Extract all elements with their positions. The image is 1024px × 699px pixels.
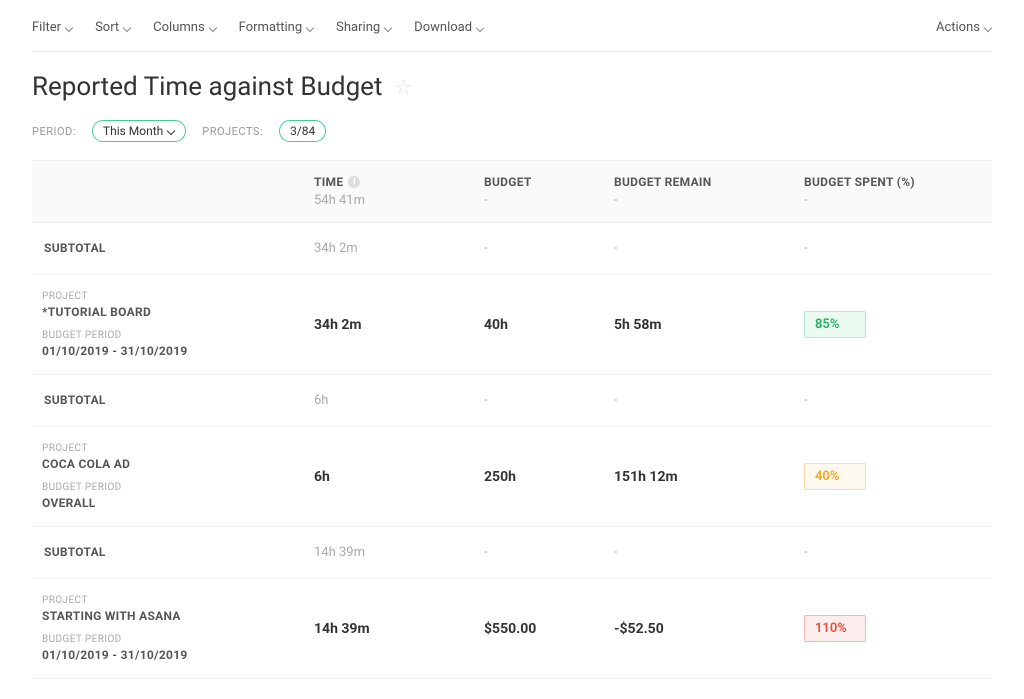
- project-name: STARTING WITH ASANA: [42, 609, 181, 623]
- chevron-down-icon: [65, 24, 73, 32]
- table-row[interactable]: PROJECT STARTING WITH ASANA BUDGET PERIO…: [32, 579, 992, 679]
- table-row[interactable]: PROJECT COCA COLA AD BUDGET PERIOD OVERA…: [32, 427, 992, 527]
- subtotal-row: SUBTOTAL 34h 2m - - -: [32, 223, 992, 275]
- spent-total: -: [804, 193, 980, 208]
- period-selector[interactable]: This Month: [92, 120, 186, 142]
- projects-selector[interactable]: 3/84: [279, 120, 326, 142]
- subtotal-spent: -: [804, 545, 808, 560]
- subtotal-label: SUBTOTAL: [44, 545, 106, 559]
- col-header-remain[interactable]: BUDGET REMAIN: [614, 175, 780, 189]
- columns-menu[interactable]: Columns: [153, 20, 217, 35]
- toolbar: Filter Sort Columns Formatting Sharing D…: [32, 20, 992, 52]
- row-budget: 250h: [484, 469, 516, 485]
- budget-spent-badge: 85%: [804, 311, 866, 338]
- remain-total: -: [614, 193, 780, 208]
- subtotal-label: SUBTOTAL: [44, 393, 106, 407]
- formatting-menu[interactable]: Formatting: [239, 20, 315, 35]
- page-title: Reported Time against Budget: [32, 72, 382, 102]
- subtotal-budget: -: [484, 545, 488, 560]
- budget-period-meta-label: BUDGET PERIOD: [42, 482, 122, 493]
- actions-label: Actions: [936, 20, 980, 35]
- table-row[interactable]: PROJECT *TUTORIAL BOARD BUDGET PERIOD 01…: [32, 275, 992, 375]
- row-remain: 151h 12m: [614, 469, 678, 485]
- table-header-row: TIME i 54h 41m BUDGET - BUDGET REMAIN - …: [32, 160, 992, 223]
- subtotal-label: SUBTOTAL: [44, 241, 106, 255]
- sharing-label: Sharing: [336, 20, 380, 35]
- chevron-down-icon: [209, 24, 217, 32]
- budget-total: -: [484, 193, 590, 208]
- filter-menu[interactable]: Filter: [32, 20, 73, 35]
- star-icon[interactable]: ☆: [394, 75, 412, 99]
- subtotal-spent: -: [804, 393, 808, 408]
- budget-spent-badge: 110%: [804, 615, 866, 642]
- period-value: This Month: [103, 124, 163, 138]
- chevron-down-icon: [384, 24, 392, 32]
- projects-label: PROJECTS:: [202, 125, 263, 138]
- columns-label: Columns: [153, 20, 205, 35]
- period-label: PERIOD:: [32, 125, 76, 138]
- chevron-down-icon: [306, 24, 314, 32]
- subtotal-remain: -: [614, 545, 618, 560]
- budget-spent-badge: 40%: [804, 463, 866, 490]
- subtotal-time: 14h 39m: [314, 545, 365, 560]
- row-remain: 5h 58m: [614, 317, 662, 333]
- download-label: Download: [414, 20, 472, 35]
- chevron-down-icon: [984, 24, 992, 32]
- projects-value: 3/84: [290, 124, 315, 138]
- sort-label: Sort: [95, 20, 119, 35]
- budget-period-value: 01/10/2019 - 31/10/2019: [42, 648, 188, 662]
- subtotal-row: SUBTOTAL 14h 39m - - -: [32, 527, 992, 579]
- chevron-down-icon: [476, 24, 484, 32]
- row-budget: $550.00: [484, 621, 536, 637]
- sharing-menu[interactable]: Sharing: [336, 20, 392, 35]
- row-time: 6h: [314, 469, 330, 485]
- filters-row: PERIOD: This Month PROJECTS: 3/84: [32, 120, 992, 142]
- subtotal-time: 34h 2m: [314, 241, 358, 256]
- filter-label: Filter: [32, 20, 61, 35]
- row-remain: -$52.50: [614, 621, 664, 637]
- col-header-time[interactable]: TIME i: [314, 175, 460, 189]
- chevron-down-icon: [123, 24, 131, 32]
- subtotal-time: 6h: [314, 393, 328, 408]
- project-name: *TUTORIAL BOARD: [42, 305, 151, 319]
- subtotal-spent: -: [804, 241, 808, 256]
- row-time: 14h 39m: [314, 621, 370, 637]
- sort-menu[interactable]: Sort: [95, 20, 131, 35]
- download-menu[interactable]: Download: [414, 20, 484, 35]
- budget-period-meta-label: BUDGET PERIOD: [42, 330, 122, 341]
- col-header-budget[interactable]: BUDGET: [484, 175, 590, 189]
- subtotal-budget: -: [484, 393, 488, 408]
- chevron-down-icon: [167, 127, 175, 135]
- project-meta-label: PROJECT: [42, 595, 88, 606]
- budget-period-meta-label: BUDGET PERIOD: [42, 634, 122, 645]
- budget-period-value: OVERALL: [42, 496, 96, 510]
- row-time: 34h 2m: [314, 317, 362, 333]
- subtotal-row: SUBTOTAL 6h - - -: [32, 375, 992, 427]
- subtotal-budget: -: [484, 241, 488, 256]
- col-header-spent[interactable]: BUDGET SPENT (%): [804, 175, 980, 189]
- actions-menu[interactable]: Actions: [936, 20, 992, 35]
- info-icon[interactable]: i: [348, 176, 360, 188]
- time-total: 54h 41m: [314, 193, 460, 208]
- project-meta-label: PROJECT: [42, 291, 88, 302]
- page-title-row: Reported Time against Budget ☆: [32, 72, 992, 102]
- project-meta-label: PROJECT: [42, 443, 88, 454]
- row-budget: 40h: [484, 317, 508, 333]
- subtotal-remain: -: [614, 241, 618, 256]
- report-table: TIME i 54h 41m BUDGET - BUDGET REMAIN - …: [32, 160, 992, 679]
- project-name: COCA COLA AD: [42, 457, 130, 471]
- subtotal-remain: -: [614, 393, 618, 408]
- formatting-label: Formatting: [239, 20, 303, 35]
- budget-period-value: 01/10/2019 - 31/10/2019: [42, 344, 188, 358]
